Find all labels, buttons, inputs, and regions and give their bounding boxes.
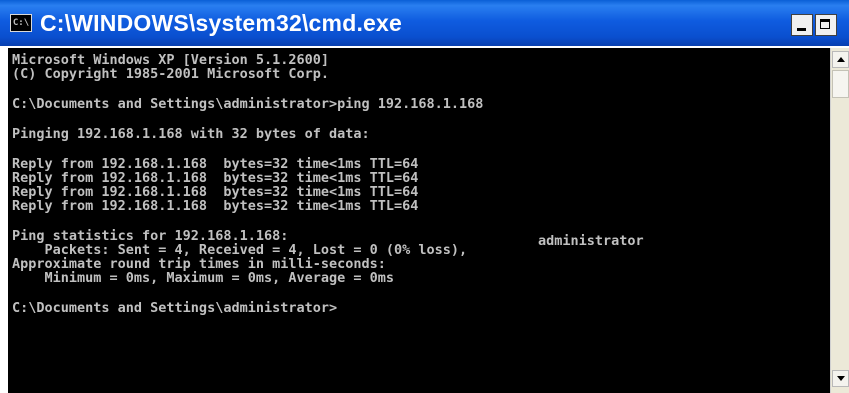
cmd-icon[interactable]: C:\ — [10, 14, 32, 32]
console-line: Pinging 192.168.1.168 with 32 bytes of d… — [12, 126, 370, 142]
minimize-button[interactable] — [791, 14, 813, 36]
scroll-thumb[interactable] — [832, 70, 849, 98]
console-line: Packets: Sent = 4, Received = 4, Lost = … — [12, 242, 468, 258]
console-line: Ping statistics for 192.168.1.168: — [12, 228, 289, 244]
console-line: (C) Copyright 1985-2001 Microsoft Corp. — [12, 66, 329, 82]
console-line: Reply from 192.168.1.168 bytes=32 time<1… — [12, 198, 419, 214]
scroll-down-arrow-icon[interactable] — [832, 370, 849, 387]
maximize-button[interactable] — [815, 14, 837, 36]
console-line: Reply from 192.168.1.168 bytes=32 time<1… — [12, 156, 419, 172]
title-bar[interactable]: C:\ C:\WINDOWS\system32\cmd.exe — [0, 0, 849, 48]
console-line: Microsoft Windows XP [Version 5.1.2600] — [12, 52, 329, 68]
console-output-area[interactable]: Microsoft Windows XP [Version 5.1.2600](… — [8, 48, 830, 393]
cmd-window: C:\ C:\WINDOWS\system32\cmd.exe Microsof… — [0, 0, 849, 393]
window-title: C:\WINDOWS\system32\cmd.exe — [40, 10, 403, 36]
console-line: C:\Documents and Settings\administrator>… — [12, 96, 484, 112]
scroll-up-arrow-icon[interactable] — [832, 51, 849, 68]
vertical-scrollbar[interactable] — [830, 48, 849, 393]
console-line: Reply from 192.168.1.168 bytes=32 time<1… — [12, 170, 419, 186]
console-line: Reply from 192.168.1.168 bytes=32 time<1… — [12, 184, 419, 200]
console-line: Approximate round trip times in milli-se… — [12, 256, 386, 272]
overlay-username-label: administrator — [538, 233, 644, 249]
console-line: C:\Documents and Settings\administrator> — [12, 300, 338, 316]
console-lines: Microsoft Windows XP [Version 5.1.2600](… — [12, 53, 483, 315]
console-line: Minimum = 0ms, Maximum = 0ms, Average = … — [12, 270, 395, 286]
